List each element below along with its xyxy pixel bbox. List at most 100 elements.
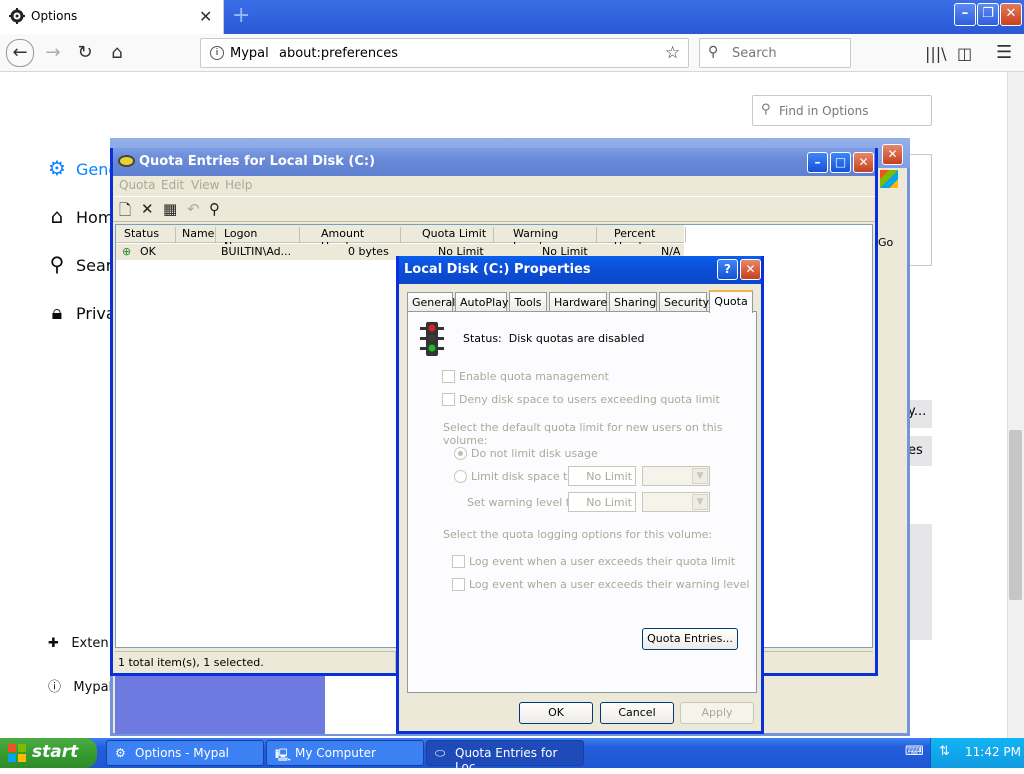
find-in-options-input[interactable]: ⚲ Find in Options [752, 95, 932, 126]
start-button[interactable]: start [0, 738, 97, 768]
search-input[interactable]: ⚲ Search [699, 38, 851, 68]
reload-icon[interactable]: ↻ [72, 41, 98, 67]
category-privacy[interactable]: 🔒︎ Priva [44, 300, 116, 324]
warning-value-input[interactable]: No Limit [568, 492, 636, 512]
tab-sharing[interactable]: Sharing [609, 292, 657, 312]
scroll-thumb[interactable] [1009, 430, 1022, 600]
keyboard-icon[interactable]: ⌨ [905, 744, 924, 759]
col-percent-used[interactable]: Percent Used [614, 227, 686, 253]
menu-view[interactable]: View [191, 178, 219, 192]
properties-icon[interactable]: ▦ [163, 200, 177, 218]
bookmark-star-icon[interactable]: ☆ [665, 43, 680, 63]
row-logon: BUILTIN\Ad... [221, 245, 292, 258]
tab-quota[interactable]: Quota [709, 290, 753, 313]
lock-icon: 🔒︎ [51, 300, 63, 324]
help-icon[interactable]: ? [717, 259, 738, 280]
enable-quota-label: Enable quota management [459, 370, 609, 383]
limit-value-input[interactable]: No Limit [568, 466, 636, 486]
limit-unit-select[interactable]: ▼ [642, 466, 710, 486]
truncated-button-text: y... [908, 404, 927, 419]
col-amount-used[interactable]: Amount Used [321, 227, 401, 253]
col-logon-name[interactable]: Logon Name [224, 227, 300, 253]
minimize-icon[interactable]: – [807, 152, 828, 173]
url-bar[interactable]: i Mypal about:preferences ☆ [200, 38, 689, 68]
col-warning-level[interactable]: Warning Level [513, 227, 597, 253]
sidebar-icon[interactable]: ◫ [957, 44, 972, 63]
log-warning-checkbox[interactable] [452, 578, 465, 591]
apply-button[interactable]: Apply [680, 702, 754, 724]
hamburger-menu-icon[interactable]: ☰ [996, 42, 1012, 63]
clock: 11:42 PM [965, 745, 1021, 759]
col-status[interactable]: Status [124, 227, 176, 242]
tab-autoplay[interactable]: AutoPlay [455, 292, 508, 312]
quota-entries-titlebar[interactable]: Quota Entries for Local Disk (C:) – □ ✕ [113, 148, 875, 176]
settings-box-fragment [908, 154, 932, 266]
tab-options[interactable]: Options ✕ [0, 0, 224, 34]
no-limit-radio[interactable] [454, 447, 467, 460]
menu-help[interactable]: Help [225, 178, 252, 192]
deny-space-checkbox[interactable] [442, 393, 455, 406]
row-status: OK [140, 245, 156, 258]
properties-title: Local Disk (C:) Properties [404, 262, 591, 277]
deny-space-label: Deny disk space to users exceeding quota… [459, 393, 720, 406]
ok-button[interactable]: OK [519, 702, 593, 724]
home-icon: ⌂ [50, 204, 64, 228]
category-home[interactable]: ⌂ Hom [44, 204, 114, 228]
col-quota-limit[interactable]: Quota Limit [422, 227, 494, 242]
close-tab-icon[interactable]: ✕ [199, 7, 212, 26]
tab-tools[interactable]: Tools [509, 292, 547, 312]
quota-entries-button[interactable]: Quota Entries... [642, 628, 738, 650]
minimize-icon[interactable]: – [954, 3, 976, 26]
close-window-icon[interactable]: ✕ [1000, 3, 1022, 26]
network-icon[interactable]: ⇅ [939, 744, 950, 759]
category-general[interactable]: ⚙ Gene [44, 156, 118, 180]
maximize-icon[interactable]: □ [830, 152, 851, 173]
tab-hardware[interactable]: Hardware [549, 292, 607, 312]
gear-icon: ⚙ [115, 746, 126, 760]
log-quota-checkbox[interactable] [452, 555, 465, 568]
close-icon[interactable]: ✕ [740, 259, 761, 280]
enable-quota-checkbox[interactable] [442, 370, 455, 383]
windows-logo-icon [880, 170, 898, 188]
home-icon[interactable]: ⌂ [104, 41, 130, 67]
go-button[interactable]: Go [878, 236, 893, 249]
explorer-content [325, 676, 397, 734]
extensions-link[interactable]: ✚ Exten [48, 636, 109, 651]
limit-space-label: Limit disk space to [471, 470, 575, 483]
find-icon[interactable]: ⚲ [209, 200, 220, 218]
chevron-down-icon: ▼ [692, 468, 708, 484]
warning-unit-select[interactable]: ▼ [642, 492, 710, 512]
disk-properties-dialog: Local Disk (C:) Properties ? ✕ General A… [396, 256, 764, 734]
cancel-button[interactable]: Cancel [600, 702, 674, 724]
new-entry-icon[interactable]: 🗋︎ [119, 200, 131, 225]
properties-titlebar[interactable]: Local Disk (C:) Properties ? ✕ [399, 256, 761, 284]
task-quota-entries[interactable]: ⬭ Quota Entries for Loc... [426, 740, 584, 774]
delete-icon[interactable]: ✕ [141, 200, 154, 218]
new-tab-icon[interactable]: + [232, 3, 250, 28]
page-scrollbar[interactable] [1007, 72, 1024, 740]
forward-icon[interactable]: → [40, 41, 66, 67]
tab-title: Options [31, 9, 78, 23]
task-options-mypal[interactable]: ⚙ Options - Mypal [106, 740, 264, 766]
undo-icon[interactable]: ↶ [187, 200, 200, 218]
back-icon[interactable]: ← [6, 39, 34, 67]
menu-quota[interactable]: Quota [119, 178, 155, 192]
no-limit-label: Do not limit disk usage [471, 447, 598, 460]
warning-level-label: Set warning level to [467, 496, 577, 509]
windows-flag-icon [8, 744, 26, 762]
close-icon[interactable]: ✕ [882, 144, 903, 165]
tab-security[interactable]: Security [659, 292, 709, 312]
limit-space-radio[interactable] [454, 470, 467, 483]
identity-label: Mypal [230, 46, 269, 61]
tab-general[interactable]: General [407, 292, 455, 312]
support-link[interactable]: ⓘ Mypal [48, 676, 112, 695]
task-my-computer[interactable]: 🖳︎ My Computer [266, 740, 424, 766]
menu-edit[interactable]: Edit [161, 178, 184, 192]
restore-icon[interactable]: ❐ [977, 3, 999, 26]
traffic-light-icon [420, 322, 444, 356]
library-icon[interactable]: |||\ [925, 44, 947, 63]
help-icon: ⓘ [48, 680, 62, 695]
close-icon[interactable]: ✕ [853, 152, 874, 173]
info-icon[interactable]: i [210, 46, 224, 60]
col-name[interactable]: Name [182, 227, 216, 242]
